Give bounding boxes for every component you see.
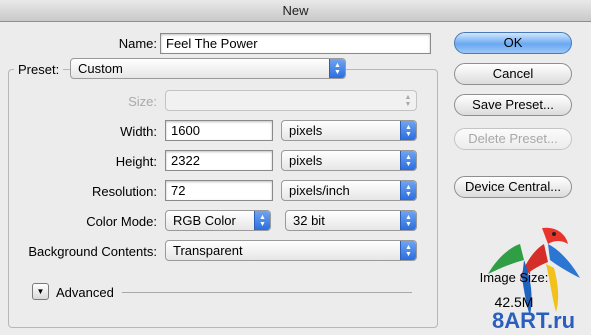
chevron-updown-icon: ▲ ▼: [329, 59, 345, 78]
name-label: Name:: [118, 36, 157, 51]
chevron-updown-icon: ▲ ▼: [400, 121, 416, 140]
window-title: New: [0, 0, 591, 22]
delete-preset-button[interactable]: Delete Preset...: [454, 128, 572, 150]
color-mode-select[interactable]: RGB Color ▲ ▼: [165, 210, 271, 231]
chevron-updown-icon: ▲ ▼: [404, 93, 412, 108]
chevron-updown-icon: ▲ ▼: [400, 211, 416, 230]
cancel-button[interactable]: Cancel: [454, 63, 572, 85]
advanced-divider: [122, 292, 412, 293]
size-select[interactable]: ▲ ▼: [165, 90, 417, 111]
resolution-label: Resolution:: [91, 184, 157, 199]
height-label: Height:: [115, 154, 157, 169]
image-size-label: Image Size:: [479, 270, 549, 285]
watermark-text: 8ART.ru: [492, 308, 576, 333]
chevron-updown-icon: ▲ ▼: [400, 241, 416, 260]
color-mode-value: RGB Color: [173, 213, 236, 228]
new-document-dialog: Name: Feel The Power Preset: Custom ▲ ▼ S…: [0, 22, 591, 335]
preset-value: Custom: [78, 61, 123, 76]
color-mode-label: Color Mode:: [86, 214, 157, 229]
background-contents-label: Background Contents:: [28, 244, 157, 259]
width-unit-select[interactable]: pixels ▲ ▼: [281, 120, 417, 141]
preset-select[interactable]: Custom ▲ ▼: [70, 58, 346, 79]
bit-depth-select[interactable]: 32 bit ▲ ▼: [285, 210, 417, 231]
height-unit-select[interactable]: pixels ▲ ▼: [281, 150, 417, 171]
bit-depth-value: 32 bit: [293, 213, 325, 228]
ok-button[interactable]: OK: [454, 32, 572, 54]
advanced-label: Advanced: [56, 285, 114, 300]
background-contents-select[interactable]: Transparent ▲ ▼: [165, 240, 417, 261]
chevron-updown-icon: ▲ ▼: [400, 181, 416, 200]
chevron-updown-icon: ▲ ▼: [254, 211, 270, 230]
width-label: Width:: [120, 124, 157, 139]
width-unit-value: pixels: [289, 123, 323, 138]
triangle-down-icon: ▼: [36, 287, 45, 296]
height-input[interactable]: 2322: [165, 150, 273, 171]
resolution-input[interactable]: 72: [165, 180, 273, 201]
preset-label: Preset:: [14, 62, 64, 77]
advanced-disclosure-button[interactable]: ▼: [32, 283, 49, 300]
resolution-unit-value: pixels/inch: [289, 183, 350, 198]
chevron-updown-icon: ▲ ▼: [400, 151, 416, 170]
height-unit-value: pixels: [289, 153, 323, 168]
device-central-button[interactable]: Device Central...: [454, 176, 572, 198]
resolution-unit-select[interactable]: pixels/inch ▲ ▼: [281, 180, 417, 201]
width-input[interactable]: 1600: [165, 120, 273, 141]
save-preset-button[interactable]: Save Preset...: [454, 94, 572, 116]
background-contents-value: Transparent: [173, 243, 243, 258]
size-label: Size:: [128, 94, 157, 109]
name-input[interactable]: Feel The Power: [160, 33, 431, 54]
